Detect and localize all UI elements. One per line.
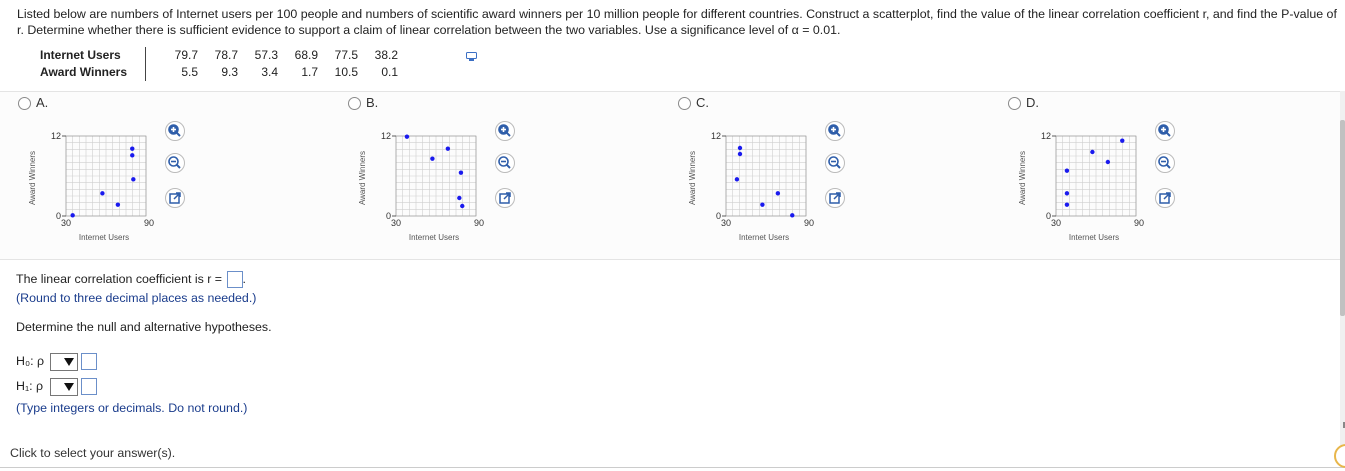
y-tick-label: 12 <box>1041 131 1051 141</box>
table-cell: 5.5 <box>181 65 199 79</box>
data-point <box>1090 149 1095 155</box>
table-cell: 9.3 <box>221 65 239 79</box>
x-tick-label: 30 <box>61 218 71 228</box>
x-tick-label: 90 <box>804 218 814 228</box>
y-tick-label: 12 <box>711 131 721 141</box>
table-row: Internet Users 79.7 78.7 57.3 68.9 77.5 … <box>40 47 398 64</box>
zoom-out-icon[interactable] <box>165 153 185 173</box>
h0-operator-dropdown[interactable] <box>50 352 78 371</box>
h1-row: H₁: ρ <box>16 377 97 396</box>
x-axis-label: Internet Users <box>79 233 129 242</box>
y-axis-label: Award Winners <box>1018 151 1027 205</box>
table-cell: 78.7 <box>214 48 239 62</box>
data-point <box>1064 168 1070 173</box>
chevron-down-icon <box>64 357 74 366</box>
expand-icon[interactable] <box>495 188 515 208</box>
table-cell: 79.7 <box>174 48 199 62</box>
x-axis-label: Internet Users <box>739 233 789 242</box>
y-axis-label: Award Winners <box>358 151 367 205</box>
data-point <box>430 156 435 161</box>
table-cell: 77.5 <box>334 48 359 62</box>
data-point <box>130 153 135 158</box>
y-axis-label: Award Winners <box>688 151 697 205</box>
r-question: The linear correlation coefficient is r … <box>16 271 246 288</box>
h1-label: H₁: ρ <box>16 379 44 393</box>
h0-row: H₀: ρ <box>16 352 97 371</box>
option-d[interactable]: D. 12 0 30 90 Internet Users Award Winners <box>990 91 1320 258</box>
data-point <box>790 213 795 218</box>
r-prompt: The linear correlation coefficient is r … <box>16 271 223 286</box>
h1-operator-dropdown[interactable] <box>50 377 78 396</box>
data-point <box>737 151 743 157</box>
x-tick-label: 30 <box>721 218 731 228</box>
y-tick-label: 12 <box>381 131 391 141</box>
data-point <box>734 177 740 182</box>
x-tick-label: 30 <box>391 218 401 228</box>
data-point <box>130 146 135 151</box>
table-cell: 1.7 <box>301 65 319 79</box>
zoom-out-icon[interactable] <box>495 153 515 173</box>
row-label: Award Winners <box>40 65 128 79</box>
x-tick-label: 30 <box>1051 218 1061 228</box>
r-input[interactable] <box>226 271 243 288</box>
zoom-in-icon[interactable] <box>825 121 845 141</box>
h1-value-input[interactable] <box>81 378 97 396</box>
data-point <box>1120 138 1125 143</box>
x-tick-label: 90 <box>474 218 484 228</box>
data-point <box>458 170 464 175</box>
option-a[interactable]: A. 12 0 30 90 Internet Users Award Winners <box>0 91 330 258</box>
table-cell: 3.4 <box>261 65 279 79</box>
data-point <box>131 177 136 182</box>
y-tick-label: 12 <box>51 131 61 141</box>
zoom-in-icon[interactable] <box>165 121 185 141</box>
data-point <box>460 203 465 209</box>
scrollbar-thumb[interactable] <box>1340 120 1345 316</box>
data-point <box>100 191 105 196</box>
table-cell: 10.5 <box>334 65 359 79</box>
table-cell: 68.9 <box>294 48 319 62</box>
hypotheses-hint: (Type integers or decimals. Do not round… <box>16 401 248 415</box>
zoom-out-icon[interactable] <box>1155 153 1175 173</box>
r-hint: (Round to three decimal places as needed… <box>16 291 257 305</box>
h0-value-input[interactable] <box>81 353 97 371</box>
option-b[interactable]: B. 12 0 30 90 Internet Users Award Winners <box>330 91 660 258</box>
zoom-out-icon[interactable] <box>825 153 845 173</box>
data-point <box>457 195 462 201</box>
chevron-down-icon <box>64 382 74 391</box>
help-icon[interactable] <box>1334 444 1345 468</box>
table-row: Award Winners 5.5 9.3 3.4 1.7 10.5 0.1 <box>40 64 398 81</box>
zoom-in-icon[interactable] <box>495 121 515 141</box>
divider <box>0 467 1345 468</box>
data-point <box>1105 159 1111 165</box>
hypotheses-prompt: Determine the null and alternative hypot… <box>16 320 272 334</box>
footer-instruction: Click to select your answer(s). <box>10 446 176 460</box>
data-point <box>760 202 765 207</box>
h0-label: H₀: ρ <box>16 354 45 368</box>
data-point <box>1064 202 1070 207</box>
option-c[interactable]: C. 12 0 30 90 Internet Users Award Winners <box>660 91 990 258</box>
x-axis-label: Internet Users <box>1069 233 1119 242</box>
data-point <box>70 213 75 218</box>
table-cell: 57.3 <box>254 48 279 62</box>
expand-icon[interactable] <box>825 188 845 208</box>
data-point <box>737 145 743 151</box>
copy-data-icon[interactable] <box>466 52 478 62</box>
data-point <box>404 134 410 139</box>
table-cell: 38.2 <box>374 48 399 62</box>
data-point <box>445 146 451 151</box>
x-tick-label: 90 <box>144 218 154 228</box>
row-label: Internet Users <box>40 48 121 62</box>
question-text: Listed below are numbers of Internet use… <box>17 7 1337 37</box>
expand-icon[interactable] <box>165 188 185 208</box>
data-point <box>115 202 121 207</box>
data-point <box>775 191 781 196</box>
x-tick-label: 90 <box>1134 218 1144 228</box>
data-point <box>1064 191 1070 196</box>
x-axis-label: Internet Users <box>409 233 459 242</box>
expand-icon[interactable] <box>1155 188 1175 208</box>
y-axis-label: Award Winners <box>28 151 37 205</box>
zoom-in-icon[interactable] <box>1155 121 1175 141</box>
table-cell: 0.1 <box>381 65 399 79</box>
data-table: Internet Users 79.7 78.7 57.3 68.9 77.5 … <box>40 47 398 81</box>
